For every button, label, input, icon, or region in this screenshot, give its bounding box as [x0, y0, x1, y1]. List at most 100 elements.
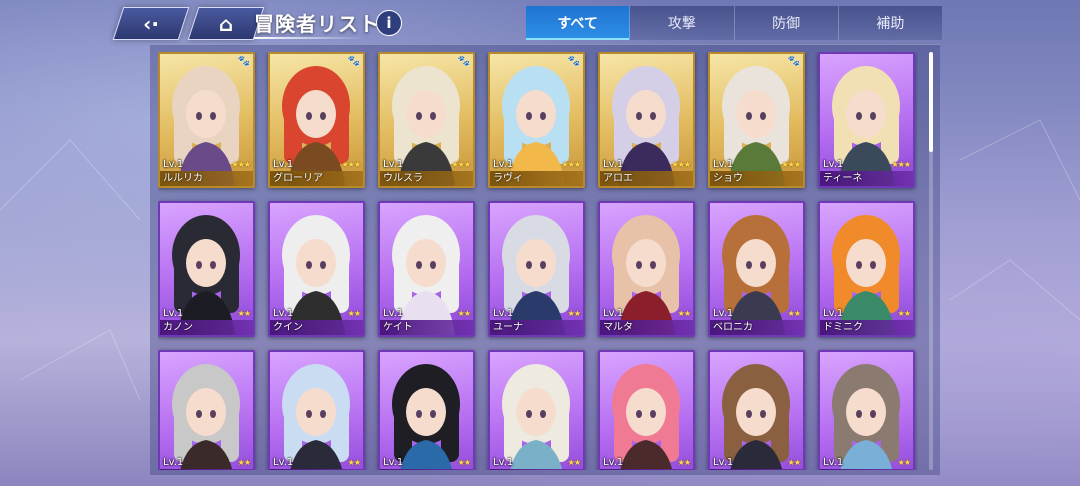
scroll-thumb[interactable]: [929, 52, 933, 152]
star-rating: ★★: [787, 309, 801, 318]
adventurer-card[interactable]: Lv.1 ★★★ アロエ: [598, 52, 695, 188]
star-rating: ★★: [347, 458, 361, 467]
level-label: Lv.1: [273, 159, 294, 170]
title-underline: [254, 37, 364, 39]
tab-support[interactable]: 補助: [838, 6, 942, 40]
page-title: 冒険者リスト: [254, 12, 380, 36]
star-rating: ★★: [787, 458, 801, 467]
adventurer-card[interactable]: 🐾 Lv.1 ★★★ ラヴィ: [488, 52, 585, 188]
star-rating: ★★: [567, 458, 581, 467]
adventurer-grid: 🐾 Lv.1 ★★★ ルルリカ 🐾 Lv.1 ★★★ グローリア 🐾 Lv.1 ★★★ ウルスラ 🐾 Lv…: [158, 52, 918, 470]
adventurer-card[interactable]: 🐾 Lv.1 ★★★ ショウ: [708, 52, 805, 188]
adventurer-name: グローリア: [270, 171, 363, 186]
level-label: Lv.1: [273, 308, 294, 319]
adventurer-card[interactable]: Lv.1 ★★★ ティーネ: [818, 52, 915, 188]
back-button[interactable]: ‹·: [112, 7, 190, 40]
adventurer-card[interactable]: Lv.1 ★★: [708, 350, 805, 470]
level-label: Lv.1: [603, 308, 624, 319]
character-portrait: [722, 364, 790, 470]
adventurer-name: ショウ: [710, 171, 803, 186]
adventurer-card[interactable]: Lv.1 ★★: [378, 350, 475, 470]
home-icon: ⌂: [218, 11, 234, 36]
star-rating: ★★: [567, 309, 581, 318]
adventurer-name: [710, 469, 803, 470]
adventurer-card[interactable]: Lv.1 ★★: [488, 350, 585, 470]
home-button[interactable]: ⌂: [187, 7, 265, 40]
star-rating: ★★★: [561, 160, 580, 169]
adventurer-card[interactable]: Lv.1 ★★: [158, 350, 255, 470]
star-rating: ★★★: [341, 160, 360, 169]
level-label: Lv.1: [823, 308, 844, 319]
level-label: Lv.1: [493, 159, 514, 170]
adventurer-card[interactable]: Lv.1 ★★ ユーナ: [488, 201, 585, 337]
level-label: Lv.1: [493, 308, 514, 319]
level-label: Lv.1: [163, 159, 184, 170]
adventurer-name: ベロニカ: [710, 320, 803, 335]
adventurer-name: [490, 469, 583, 470]
tab-attack[interactable]: 攻撃: [630, 6, 735, 40]
adventurer-name: ドミニク: [820, 320, 913, 335]
adventurer-card[interactable]: Lv.1 ★★ ケイト: [378, 201, 475, 337]
adventurer-name: ティーネ: [820, 171, 913, 186]
star-rating: ★★: [897, 458, 911, 467]
level-label: Lv.1: [713, 159, 734, 170]
star-rating: ★★: [237, 458, 251, 467]
adventurer-name: ウルスラ: [380, 171, 473, 186]
adventurer-name: アロエ: [600, 171, 693, 186]
star-rating: ★★: [347, 309, 361, 318]
filter-tabs: すべて 攻撃 防御 補助: [526, 6, 942, 40]
adventurer-name: [820, 469, 913, 470]
paw-icon: 🐾: [237, 56, 250, 67]
adventurer-card[interactable]: Lv.1 ★★ マルタ: [598, 201, 695, 337]
adventurer-name: ラヴィ: [490, 171, 583, 186]
star-rating: ★★: [457, 458, 471, 467]
level-label: Lv.1: [383, 159, 404, 170]
adventurer-name: [380, 469, 473, 470]
adventurer-card[interactable]: 🐾 Lv.1 ★★★ グローリア: [268, 52, 365, 188]
level-label: Lv.1: [493, 457, 514, 468]
adventurer-card[interactable]: Lv.1 ★★ クイン: [268, 201, 365, 337]
adventurer-card[interactable]: Lv.1 ★★: [268, 350, 365, 470]
star-rating: ★★★: [671, 160, 690, 169]
star-rating: ★★: [457, 309, 471, 318]
character-portrait: [832, 364, 900, 470]
character-portrait: [282, 364, 350, 470]
tab-defense[interactable]: 防御: [734, 6, 839, 40]
adventurer-card[interactable]: Lv.1 ★★ カノン: [158, 201, 255, 337]
adventurer-card[interactable]: Lv.1 ★★: [818, 350, 915, 470]
info-button[interactable]: i: [376, 10, 402, 36]
paw-icon: 🐾: [347, 56, 360, 67]
adventurer-name: ケイト: [380, 320, 473, 335]
star-rating: ★★: [897, 309, 911, 318]
adventurer-name: クイン: [270, 320, 363, 335]
adventurer-card[interactable]: 🐾 Lv.1 ★★★ ルルリカ: [158, 52, 255, 188]
level-label: Lv.1: [383, 457, 404, 468]
character-portrait: [502, 364, 570, 470]
star-rating: ★★★: [451, 160, 470, 169]
adventurer-name: ルルリカ: [160, 171, 253, 186]
character-portrait: [172, 364, 240, 470]
level-label: Lv.1: [713, 308, 734, 319]
level-label: Lv.1: [713, 457, 734, 468]
star-rating: ★★: [237, 309, 251, 318]
scrollbar[interactable]: [929, 52, 933, 470]
adventurer-card[interactable]: 🐾 Lv.1 ★★★ ウルスラ: [378, 52, 475, 188]
star-rating: ★★: [677, 458, 691, 467]
level-label: Lv.1: [163, 308, 184, 319]
level-label: Lv.1: [603, 457, 624, 468]
star-rating: ★★★: [891, 160, 910, 169]
adventurer-card[interactable]: Lv.1 ★★: [598, 350, 695, 470]
adventurer-card[interactable]: Lv.1 ★★ ドミニク: [818, 201, 915, 337]
level-label: Lv.1: [823, 159, 844, 170]
tab-all[interactable]: すべて: [526, 6, 631, 40]
level-label: Lv.1: [163, 457, 184, 468]
level-label: Lv.1: [273, 457, 294, 468]
paw-icon: 🐾: [567, 56, 580, 67]
back-arrow-icon: ‹·: [143, 11, 159, 36]
star-rating: ★★: [677, 309, 691, 318]
adventurer-name: マルタ: [600, 320, 693, 335]
adventurer-name: ユーナ: [490, 320, 583, 335]
adventurer-card[interactable]: Lv.1 ★★ ベロニカ: [708, 201, 805, 337]
adventurer-name: [160, 469, 253, 470]
character-portrait: [612, 364, 680, 470]
